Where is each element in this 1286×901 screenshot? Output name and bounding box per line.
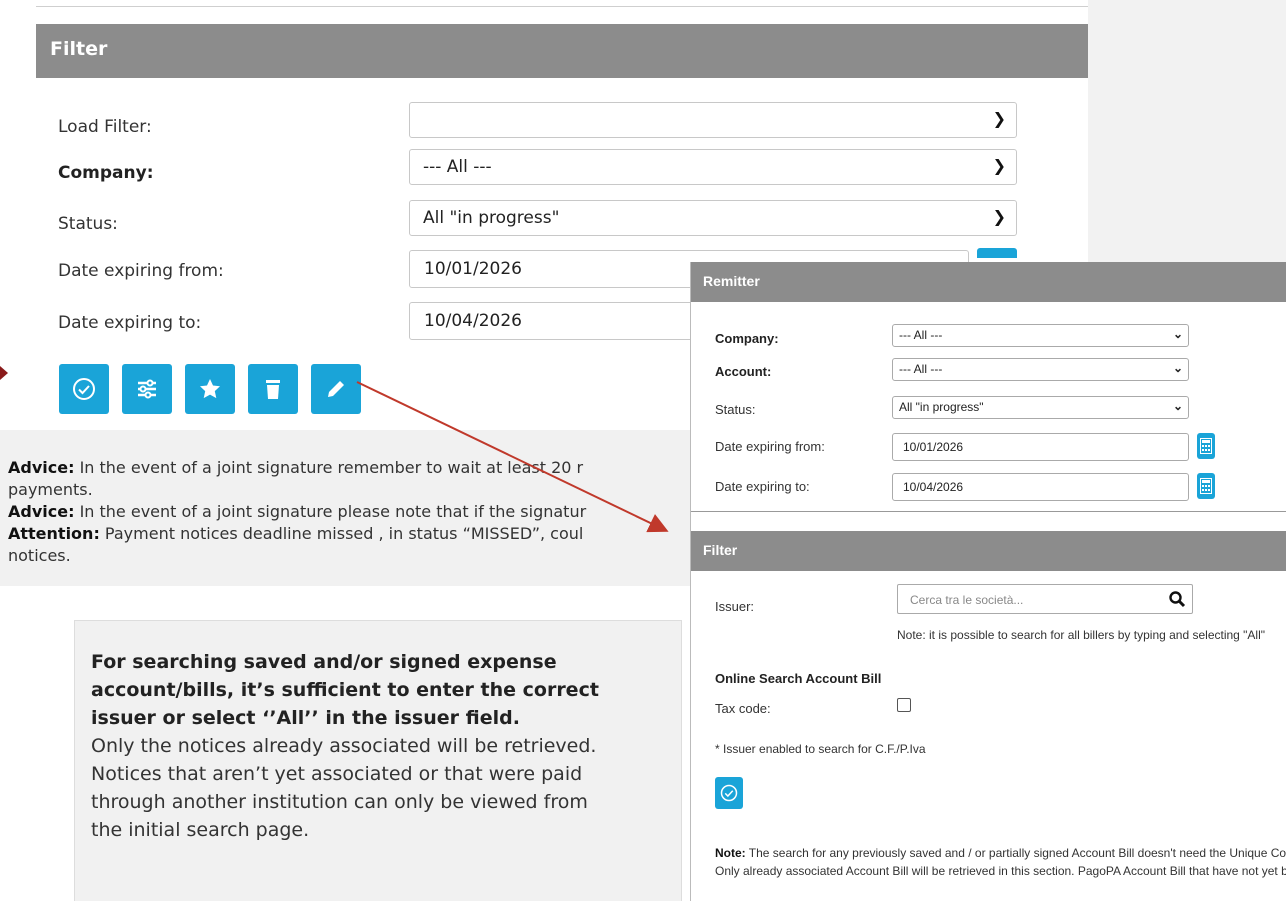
- ov-date-to-label: Date expiring to:: [715, 479, 810, 494]
- advice-line-1: Advice: In the event of a joint signatur…: [8, 458, 584, 477]
- ov-account-label: Account:: [715, 364, 772, 379]
- sliders-icon: [138, 379, 156, 399]
- chevron-down-icon: ❯: [992, 109, 1006, 128]
- remitter-title: Remitter: [703, 273, 760, 289]
- search-button[interactable]: [59, 364, 109, 414]
- load-filter-label: Load Filter:: [58, 117, 152, 137]
- info-bold-line: issuer or select ‘’All’’ in the issuer f…: [91, 707, 520, 729]
- ov-note-line-2: Only already associated Account Bill wil…: [715, 864, 1286, 878]
- chevron-down-icon: ⌄: [1172, 399, 1183, 413]
- chevron-down-icon: ❯: [992, 207, 1006, 226]
- company-label: Company:: [58, 163, 154, 183]
- issuer-note: Note: it is possible to search for all b…: [897, 628, 1266, 642]
- load-filter-select[interactable]: ❯: [409, 102, 1017, 138]
- date-from-value: 10/01/2026: [424, 259, 522, 279]
- ov-status-value: All "in progress": [899, 400, 984, 414]
- tax-code-label: Tax code:: [715, 701, 771, 716]
- advice-line-2: payments.: [8, 480, 93, 499]
- online-search-title: Online Search Account Bill: [715, 671, 882, 686]
- ov-date-from-input[interactable]: 10/01/2026: [892, 433, 1189, 461]
- info-bold-line: For searching saved and/or signed expens…: [91, 651, 557, 673]
- info-box: For searching saved and/or signed expens…: [74, 620, 682, 901]
- filter-header: Filter: [36, 24, 1088, 78]
- date-to-label: Date expiring to:: [58, 313, 202, 333]
- info-bold-line: account/bills, it’s sufficient to enter …: [91, 679, 599, 701]
- edit-filter-button[interactable]: [311, 364, 361, 414]
- save-filter-button[interactable]: [185, 364, 235, 414]
- divider: [691, 511, 1286, 512]
- ov-company-select[interactable]: --- All --- ⌄: [892, 324, 1189, 347]
- ov-filter-header: Filter: [691, 531, 1286, 571]
- info-line: through another institution can only be …: [91, 791, 588, 813]
- trash-icon: [266, 380, 280, 399]
- calendar-icon[interactable]: [1197, 433, 1215, 459]
- info-line: Only the notices already associated will…: [91, 735, 597, 757]
- advanced-filter-button[interactable]: [122, 364, 172, 414]
- ov-company-label: Company:: [715, 331, 779, 346]
- advice-line-5: notices.: [8, 546, 71, 565]
- company-select[interactable]: --- All --- ❯: [409, 149, 1017, 185]
- calendar-icon[interactable]: [977, 248, 1017, 258]
- ov-date-from-value: 10/01/2026: [903, 440, 964, 454]
- check-icon: [720, 784, 738, 802]
- top-divider: [36, 6, 1088, 7]
- ov-note-line-1: Note: The search for any previously save…: [715, 846, 1286, 860]
- advice-box: Advice: In the event of a joint signatur…: [0, 430, 690, 586]
- date-from-label: Date expiring from:: [58, 261, 224, 281]
- ov-filter-title: Filter: [703, 542, 738, 558]
- ov-account-select[interactable]: --- All --- ⌄: [892, 358, 1189, 381]
- issuer-search-input[interactable]: Cerca tra le società...: [897, 584, 1193, 614]
- issuer-enabled-note: * Issuer enabled to search for C.F./P.Iv…: [715, 742, 926, 756]
- ov-date-from-label: Date expiring from:: [715, 439, 825, 454]
- tax-code-checkbox[interactable]: [897, 698, 911, 712]
- calendar-icon[interactable]: [1197, 473, 1215, 499]
- pointer-arrow-icon: [0, 366, 8, 380]
- status-value: All "in progress": [423, 208, 560, 228]
- date-to-value: 10/04/2026: [424, 311, 522, 331]
- ov-company-value: --- All ---: [899, 328, 943, 342]
- status-label: Status:: [58, 214, 118, 234]
- ov-account-value: --- All ---: [899, 362, 943, 376]
- info-line: the initial search page.: [91, 819, 310, 841]
- ov-status-label: Status:: [715, 402, 756, 417]
- ov-date-to-input[interactable]: 10/04/2026: [892, 473, 1189, 501]
- company-value: --- All ---: [423, 157, 492, 177]
- filter-title: Filter: [50, 38, 108, 60]
- star-icon: [200, 379, 220, 399]
- chevron-down-icon: ❯: [992, 156, 1006, 175]
- issuer-label: Issuer:: [715, 599, 755, 614]
- remitter-overlay-panel: Remitter Company: --- All --- ⌄ Account:…: [690, 262, 1286, 901]
- issuer-placeholder: Cerca tra le società...: [910, 593, 1024, 607]
- info-line: Notices that aren’t yet associated or th…: [91, 763, 583, 785]
- delete-filter-button[interactable]: [248, 364, 298, 414]
- check-icon: [73, 378, 95, 400]
- chevron-down-icon: ⌄: [1172, 327, 1183, 341]
- pencil-icon: [328, 381, 344, 397]
- advice-line-3: Advice: In the event of a joint signatur…: [8, 502, 587, 521]
- ov-search-button[interactable]: [715, 777, 743, 809]
- remitter-header: Remitter: [691, 262, 1286, 302]
- ov-date-to-value: 10/04/2026: [903, 480, 964, 494]
- status-select[interactable]: All "in progress" ❯: [409, 200, 1017, 236]
- attention-line: Attention: Payment notices deadline miss…: [8, 524, 584, 543]
- ov-status-select[interactable]: All "in progress" ⌄: [892, 396, 1189, 419]
- chevron-down-icon: ⌄: [1172, 361, 1183, 375]
- search-icon: [1169, 591, 1186, 608]
